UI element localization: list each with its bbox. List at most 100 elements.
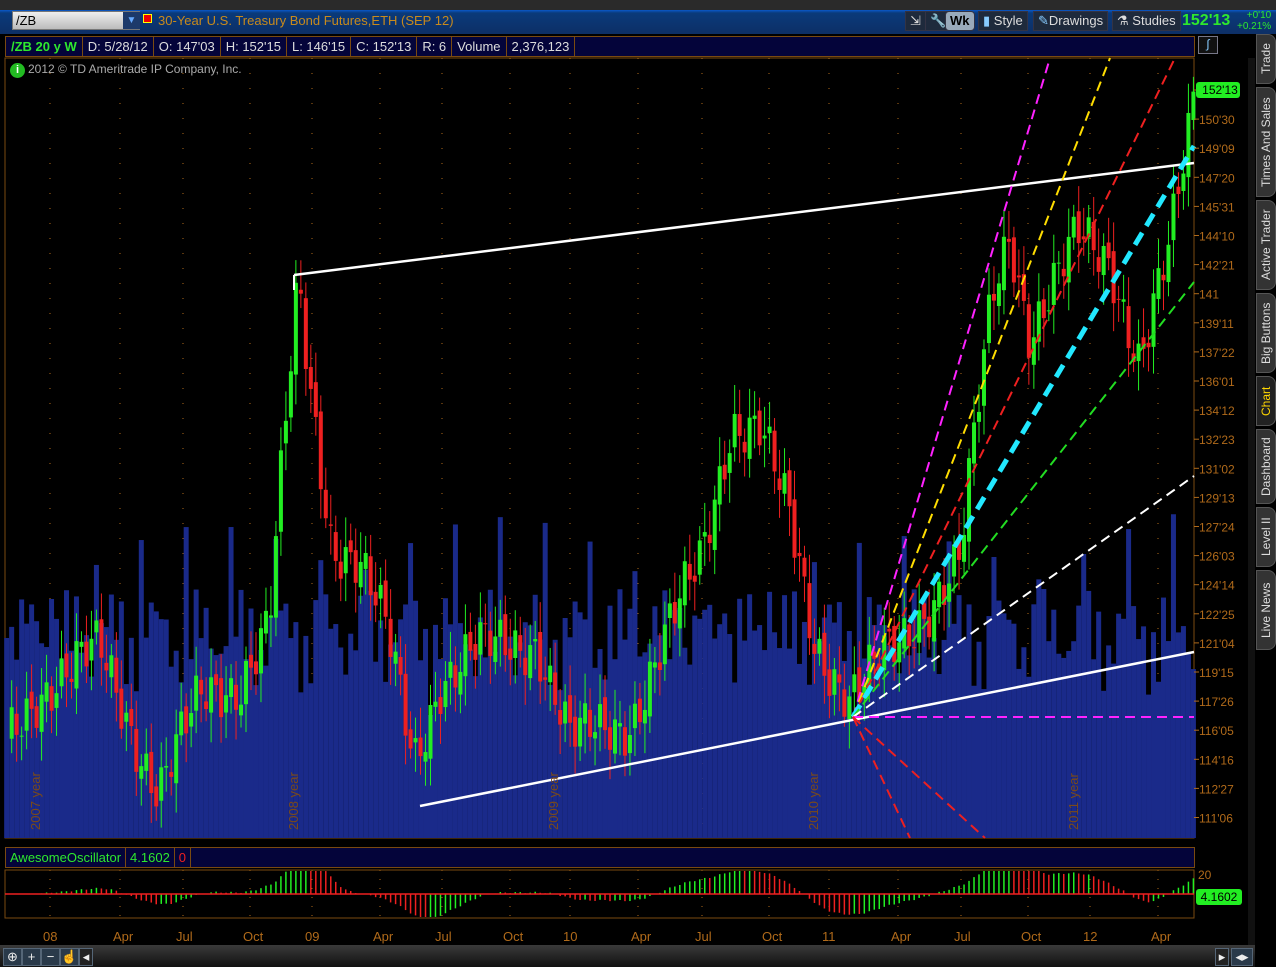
volume-bar (1021, 647, 1027, 838)
candle-body (762, 435, 767, 439)
volume-bar (472, 676, 478, 838)
candle-body (313, 382, 318, 417)
volume-bar (707, 604, 713, 838)
volume-bar (1190, 669, 1196, 838)
volume-bar (916, 653, 922, 838)
candle-body (727, 453, 732, 473)
candle-body (782, 473, 787, 494)
price-axis-label: 117'26 (1199, 695, 1234, 709)
candle-body (124, 712, 129, 722)
zoom-in-icon[interactable]: + (22, 948, 41, 966)
price-axis-label: 124'14 (1199, 579, 1235, 593)
oscillator-axis-top: 20 (1198, 868, 1212, 882)
candle-body (832, 669, 837, 695)
volume-bar (1046, 641, 1052, 838)
pan-hand-icon[interactable]: ☝ (60, 948, 79, 966)
candle-body (298, 289, 303, 294)
candle-body (318, 411, 323, 490)
volume-bar (697, 618, 703, 838)
volume-bar (432, 624, 438, 838)
candle-body (1081, 236, 1086, 240)
candle-body (219, 678, 224, 718)
volume-bar (108, 594, 114, 838)
time-axis-label: Apr (373, 929, 394, 944)
candle-body (159, 767, 164, 801)
candle-body (388, 618, 393, 657)
candle-body (722, 464, 727, 480)
candle-body (682, 561, 687, 606)
volume-bar (19, 599, 25, 838)
candle-body (892, 625, 897, 662)
side-tab-live-news[interactable]: Live News (1256, 570, 1276, 650)
volume-bar (4, 638, 10, 838)
volume-bar (1001, 613, 1007, 838)
candle-body (947, 583, 952, 602)
candle-body (787, 470, 792, 507)
side-tab-dashboard[interactable]: Dashboard (1256, 429, 1276, 504)
side-tab-level-ii[interactable]: Level II (1256, 507, 1276, 567)
oscillator-name[interactable]: AwesomeOscillator (6, 848, 127, 867)
candle-body (488, 630, 493, 656)
candle-body (757, 410, 762, 446)
scroll-left-icon[interactable]: ◂ (79, 948, 93, 966)
candle-body (1071, 216, 1076, 238)
candle-body (433, 701, 438, 707)
candle-body (717, 466, 722, 505)
candle-body (24, 698, 29, 731)
volume-bar (951, 623, 957, 838)
side-tab-active-trader[interactable]: Active Trader (1256, 200, 1276, 290)
volume-bar (333, 624, 339, 838)
candle-body (119, 688, 124, 729)
side-tab-trade[interactable]: Trade (1256, 34, 1276, 84)
price-axis-label: 142'21 (1199, 259, 1235, 273)
side-tab-chart[interactable]: Chart (1256, 376, 1276, 426)
candle-body (837, 674, 842, 683)
candle-body (802, 557, 807, 577)
candle-body (164, 765, 169, 768)
candle-body (612, 719, 617, 754)
candle-body (568, 695, 573, 723)
time-axis-label: Apr (113, 929, 134, 944)
time-axis-label: Apr (631, 929, 652, 944)
time-axis-label: Jul (954, 929, 971, 944)
price-axis-label: 119'15 (1199, 666, 1234, 680)
volume-bar (722, 613, 728, 838)
side-tab-big-buttons[interactable]: Big Buttons (1256, 293, 1276, 373)
fan-line-yellow[interactable] (852, 57, 1111, 718)
candle-body (807, 583, 812, 639)
candle-body (637, 698, 642, 723)
price-chart[interactable]: 150'30 149'09 147'20 145'31 144'10 142'21 141 1… (0, 0, 1276, 967)
zoom-out-icon[interactable]: − (41, 948, 60, 966)
candle-body (199, 679, 204, 695)
candle-body (1176, 186, 1181, 195)
price-axis-label: 149'09 (1199, 142, 1235, 156)
volume-bar (752, 630, 758, 838)
expand-icon[interactable]: ◂▸ (1231, 948, 1253, 966)
candle-body (293, 282, 298, 375)
price-axis-label: 121'04 (1199, 637, 1235, 651)
side-divider (1248, 58, 1255, 948)
candle-body (1026, 304, 1031, 358)
price-axis-label: 131'02 (1199, 462, 1235, 476)
price-axis-label: 150'30 (1199, 113, 1235, 127)
volume-bar (183, 527, 189, 838)
volume-bar (318, 560, 324, 838)
volume-bar (93, 564, 99, 838)
candle-body (792, 499, 797, 558)
candle-body (603, 697, 608, 731)
candle-body (528, 645, 533, 679)
scroll-right-icon[interactable]: ▸ (1215, 948, 1229, 966)
candle-body (194, 675, 199, 711)
crosshair-icon[interactable]: ⊕ (3, 948, 22, 966)
info-icon[interactable]: i (10, 63, 25, 78)
candle-body (258, 628, 263, 674)
candle-body (996, 283, 1001, 307)
candle-body (353, 550, 358, 583)
side-tab-times-and-sales[interactable]: Times And Sales (1256, 87, 1276, 197)
candle-body (907, 624, 912, 647)
candle-body (742, 441, 747, 453)
volume-bar (1156, 681, 1162, 838)
volume-bar (986, 616, 992, 838)
candle-body (662, 624, 667, 665)
volume-bar (368, 590, 374, 838)
